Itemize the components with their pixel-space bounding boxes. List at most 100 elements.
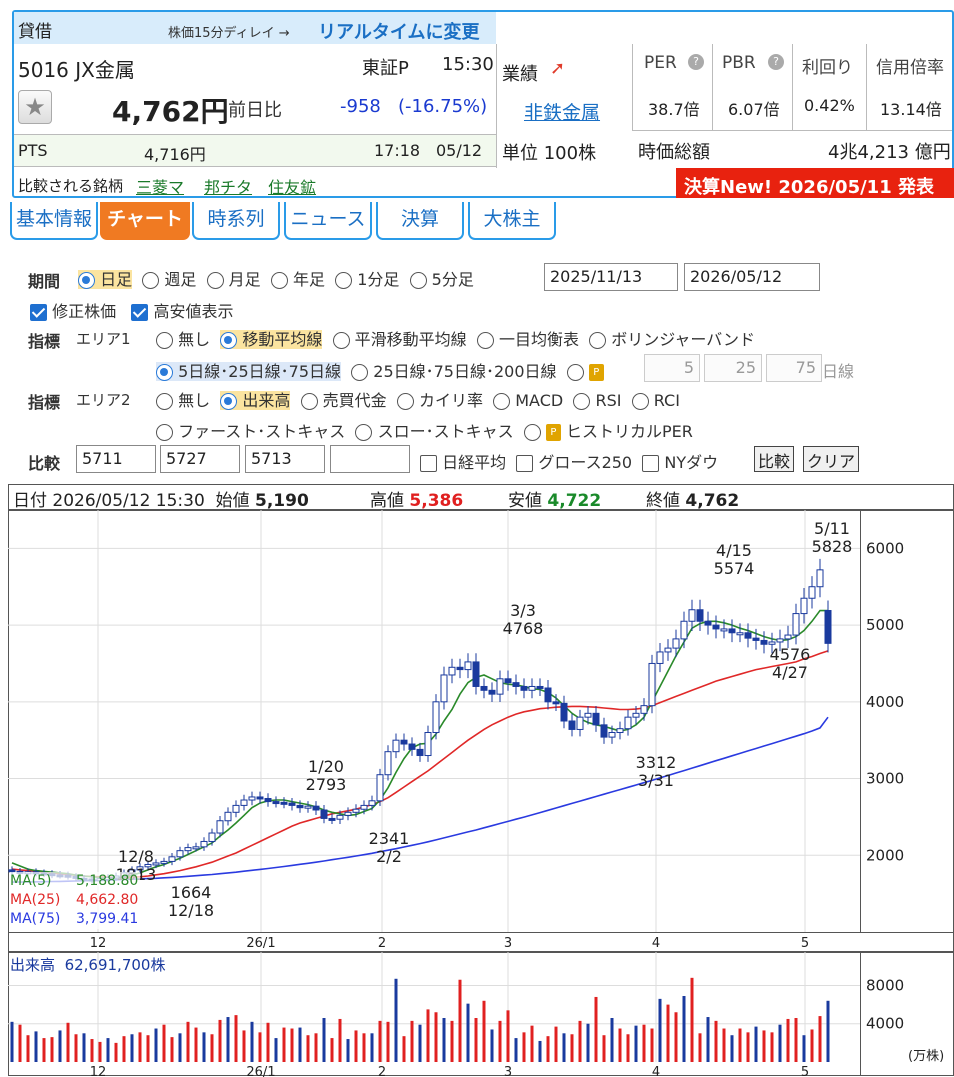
period-yearly-label: 年足 xyxy=(292,270,325,289)
radio-monthly[interactable] xyxy=(206,272,224,289)
show-hilo-checkbox[interactable] xyxy=(131,304,149,321)
nydow-checkbox[interactable] xyxy=(642,455,660,472)
rsi-label: RSI xyxy=(595,391,622,410)
candle-body xyxy=(696,609,704,622)
candle-body xyxy=(672,638,680,649)
volume-bar xyxy=(146,1035,150,1062)
radio-rci[interactable] xyxy=(631,393,649,410)
per-label: PER xyxy=(644,53,677,73)
compare-code-1[interactable]: 5711 xyxy=(76,445,156,473)
candle-body xyxy=(496,678,504,695)
compare-link-1[interactable]: 三菱マ xyxy=(136,174,184,198)
custom-ma-1[interactable]: 5 xyxy=(644,354,700,382)
volume-bar xyxy=(714,1020,718,1062)
compare-button[interactable]: 比較 xyxy=(754,446,795,472)
favorite-star-icon[interactable]: ★ xyxy=(18,90,52,124)
radio-ma-25-75-200[interactable] xyxy=(351,364,369,381)
radio-1min[interactable] xyxy=(335,272,353,289)
adjusted-price-checkbox[interactable] xyxy=(30,304,47,321)
date-from-input[interactable]: 2025/11/13 xyxy=(544,263,678,291)
ma25-legend-label: MA(25) xyxy=(10,892,61,908)
candle-body xyxy=(176,850,184,858)
radio-weekly[interactable] xyxy=(142,272,160,289)
radio-ma-5-25-75[interactable] xyxy=(156,364,173,381)
open-label: 始値 xyxy=(215,491,250,511)
radio-ma[interactable] xyxy=(220,332,238,349)
custom-ma-3[interactable]: 75 xyxy=(766,354,822,382)
radio-area1-none[interactable] xyxy=(156,332,173,349)
industry-link[interactable]: 非鉄金属 xyxy=(524,98,600,125)
radio-macd[interactable] xyxy=(493,393,511,410)
volume-bar xyxy=(234,1015,238,1062)
radio-ma-custom[interactable] xyxy=(566,364,584,381)
radio-trading-value[interactable] xyxy=(300,393,318,410)
x-axis-band xyxy=(8,932,954,953)
growth250-checkbox[interactable] xyxy=(516,455,534,472)
date-to-input[interactable]: 2026/05/12 xyxy=(684,263,820,291)
tab-news[interactable]: ニュース xyxy=(284,202,372,240)
candle-body xyxy=(248,796,256,801)
candle-body xyxy=(632,712,640,718)
help-icon[interactable]: ? xyxy=(768,54,784,70)
radio-ichimoku[interactable] xyxy=(476,332,494,349)
candle-body xyxy=(456,666,464,671)
ma-period-options: 5日線･25日線･75日線 25日線･75日線･200日線 P xyxy=(156,358,604,382)
compare-code-2[interactable]: 5727 xyxy=(160,445,240,473)
period-daily[interactable]: 日足 xyxy=(78,270,133,289)
radio-hist-per[interactable] xyxy=(523,424,541,441)
radio-5min[interactable] xyxy=(409,272,427,289)
radio-yearly[interactable] xyxy=(270,272,288,289)
candle-body xyxy=(352,808,360,813)
candle-body xyxy=(824,610,832,644)
ma5-legend-value: 5,188.80 xyxy=(76,873,139,889)
radio-area2-none[interactable] xyxy=(156,393,173,410)
volume-bar xyxy=(282,1027,286,1062)
volume-info: 出来高 62,691,700株 xyxy=(10,954,165,975)
compare-code-4[interactable] xyxy=(330,445,410,473)
candle-body xyxy=(416,748,424,757)
radio-deviation[interactable] xyxy=(396,393,414,410)
radio-rsi[interactable] xyxy=(573,393,591,410)
tab-chart[interactable]: チャート xyxy=(100,202,190,240)
x-tick-label: 26/1 xyxy=(246,1065,275,1077)
clear-button[interactable]: クリア xyxy=(803,446,860,472)
tab-major-shareholders[interactable]: 大株主 xyxy=(468,202,556,240)
tab-earnings[interactable]: 決算 xyxy=(376,202,464,240)
divider xyxy=(14,166,496,167)
radio-volume[interactable] xyxy=(220,393,238,410)
tab-basic-info[interactable]: 基本情報 xyxy=(10,202,98,240)
divider xyxy=(792,44,793,130)
stock-chart[interactable]: 12 12 26/1 26/1 2 2 3 3 4 4 5 5 2000 3000 4000 5000 6000… xyxy=(8,510,954,1077)
area2-none-label: 無し xyxy=(178,391,211,410)
volume-bar xyxy=(258,1032,262,1062)
nikkei-checkbox[interactable] xyxy=(420,455,437,472)
x-tick-label: 26/1 xyxy=(246,936,275,951)
compare-link-2[interactable]: 邦チタ xyxy=(204,174,252,198)
yield-value: 0.42% xyxy=(804,96,855,115)
volume-bar xyxy=(306,1035,310,1062)
radio-fast-stoch[interactable] xyxy=(156,424,173,441)
radio-slow-stoch[interactable] xyxy=(355,424,373,441)
compare-code-3[interactable]: 5713 xyxy=(245,445,325,473)
custom-ma-2[interactable]: 25 xyxy=(704,354,762,382)
candle-body xyxy=(584,712,592,718)
candle-body xyxy=(400,739,408,745)
candle-body xyxy=(680,620,688,640)
volume-bar xyxy=(826,1000,830,1062)
help-icon[interactable]: ? xyxy=(688,54,704,70)
radio-smoothed-ma[interactable] xyxy=(332,332,350,349)
candle-body xyxy=(328,817,336,821)
radio-bollinger[interactable] xyxy=(589,332,607,349)
radio-daily[interactable] xyxy=(78,272,95,289)
volume-bar xyxy=(130,1034,134,1062)
candle-body xyxy=(776,638,784,643)
lock-icon: P xyxy=(588,364,604,381)
candle-body xyxy=(264,797,272,803)
x-tick-label: 2 xyxy=(378,936,386,951)
volume-bar xyxy=(50,1037,54,1062)
compare-link-3[interactable]: 住友鉱 xyxy=(268,174,316,198)
y-tick-label: 2000 xyxy=(866,846,904,864)
tab-time-series[interactable]: 時系列 xyxy=(192,202,280,240)
realtime-link[interactable]: リアルタイムに変更 xyxy=(318,18,479,44)
earnings-banner-text[interactable]: 決算New! 2026/05/11 発表 xyxy=(684,173,934,199)
